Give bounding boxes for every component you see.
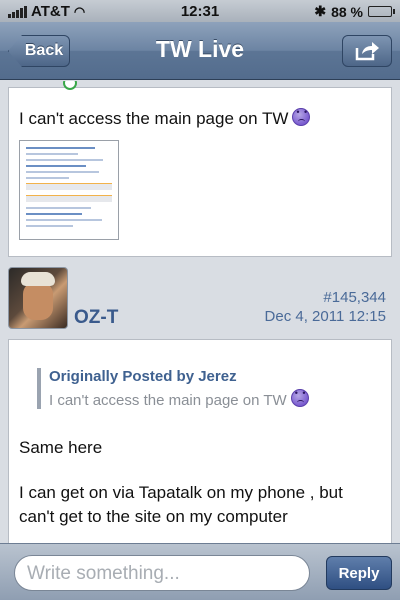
quote-text-content: I can't access the main page on TW <box>49 392 287 409</box>
post-body: Same here I can get on via Tapatalk on m… <box>19 436 379 543</box>
online-indicator-icon <box>63 81 77 90</box>
post-number: #145,344 <box>323 289 386 306</box>
post-body-line: I can get on via Tapatalk on my phone , … <box>19 483 343 526</box>
navigation-bar: Back TW Live <box>0 22 400 80</box>
share-icon <box>355 42 379 61</box>
post-body-line: Same here <box>19 438 103 457</box>
post-date: Dec 4, 2011 12:15 <box>264 308 386 325</box>
username[interactable]: OZ-T <box>74 307 118 329</box>
post-text: I can't access the main page on TW <box>19 107 311 129</box>
sad-face-icon <box>290 388 309 407</box>
page-title: TW Live <box>155 36 245 62</box>
reply-toolbar: Write something... Reply <box>0 543 400 600</box>
reply-input[interactable]: Write something... <box>14 555 310 591</box>
quote-author: Originally Posted by Jerez <box>49 368 237 385</box>
thread-content[interactable]: I can't access the main page on TW OZ-T … <box>0 81 400 543</box>
post-header: OZ-T #145,344 Dec 4, 2011 12:15 <box>8 267 392 335</box>
bluetooth-icon: ✱ <box>314 3 327 19</box>
quote-text: I can't access the main page on TW <box>49 388 309 409</box>
quote-block: Originally Posted by Jerez I can't acces… <box>37 368 309 409</box>
post-card: I can't access the main page on TW <box>8 81 392 257</box>
post-card-reply: Originally Posted by Jerez I can't acces… <box>8 339 392 543</box>
previous-avatar <box>17 81 77 90</box>
battery-icon <box>368 6 395 17</box>
reply-button[interactable]: Reply <box>326 556 392 590</box>
avatar[interactable] <box>8 267 68 329</box>
post-text-content: I can't access the main page on TW <box>19 109 289 128</box>
sad-face-icon <box>292 107 311 126</box>
attachment-thumbnail[interactable] <box>19 140 119 240</box>
status-bar: AT&T ◠ 12:31 ✱ 88 % <box>0 0 400 22</box>
share-button[interactable] <box>342 35 392 67</box>
status-right: ✱ 88 % <box>314 3 395 20</box>
battery-percent: 88 % <box>331 3 363 20</box>
